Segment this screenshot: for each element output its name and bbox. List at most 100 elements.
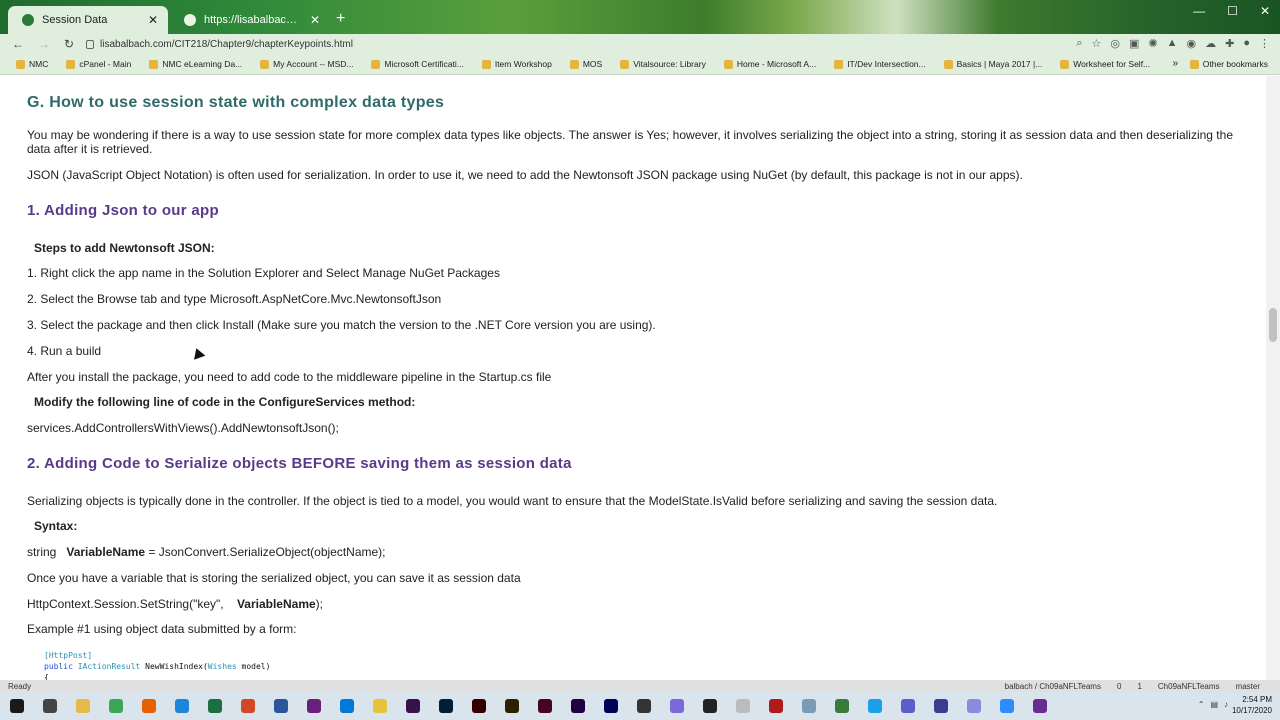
app-icon[interactable]: [736, 699, 750, 713]
close-window-icon[interactable]: ✕: [1260, 4, 1270, 18]
reload-icon[interactable]: ↻: [64, 37, 74, 51]
teams-icon[interactable]: [901, 699, 915, 713]
maximize-icon[interactable]: ☐: [1227, 4, 1238, 18]
step-item: 1. Right click the app name in the Solut…: [27, 266, 500, 280]
bridge-icon[interactable]: [505, 699, 519, 713]
bookmark-item[interactable]: Basics | Maya 2017 |...: [943, 59, 1042, 69]
lock-icon: [86, 39, 94, 49]
visual-studio-icon[interactable]: [307, 699, 321, 713]
bookmark-item[interactable]: IT/Dev Intersection...: [834, 59, 926, 69]
illustrator-icon[interactable]: [472, 699, 486, 713]
new-tab-icon[interactable]: +: [336, 10, 345, 28]
filezilla-icon[interactable]: [769, 699, 783, 713]
errors-count[interactable]: 0: [1117, 682, 1121, 691]
app-icon[interactable]: [373, 699, 387, 713]
edge-icon[interactable]: [175, 699, 189, 713]
tab-title: https://lisabalbach.com/CIT218/...: [204, 14, 302, 26]
word-icon[interactable]: [274, 699, 288, 713]
star-icon[interactable]: ☆: [1092, 37, 1102, 50]
bookmark-item[interactable]: Item Workshop: [481, 59, 552, 69]
bookmark-item[interactable]: Microsoft Certificati...: [371, 59, 464, 69]
more-bookmarks-icon[interactable]: »: [1172, 58, 1178, 69]
app-icon[interactable]: [703, 699, 717, 713]
puzzle-icon[interactable]: ✚: [1225, 37, 1234, 50]
app-icon[interactable]: [670, 699, 684, 713]
bookmark-icon: [1060, 59, 1070, 69]
photoshop-icon[interactable]: [439, 699, 453, 713]
after-install-paragraph: After you install the package, you need …: [27, 370, 552, 384]
modify-heading: Modify the following line of code in the…: [34, 395, 416, 409]
bookmark-item[interactable]: MOS: [569, 59, 602, 69]
warnings-count[interactable]: 1: [1137, 682, 1141, 691]
acrobat-icon[interactable]: [637, 699, 651, 713]
url-field[interactable]: lisabalbach.com/CIT218/Chapter9/chapterK…: [86, 36, 1086, 52]
volume-icon[interactable]: ♪: [1224, 700, 1228, 709]
bookmark-item[interactable]: My Account -- MSD...: [260, 59, 353, 69]
chrome-icon[interactable]: [109, 699, 123, 713]
app-icon[interactable]: [802, 699, 816, 713]
project-label[interactable]: Ch09aNFLTeams: [1158, 682, 1220, 691]
app-icon[interactable]: [868, 699, 882, 713]
file-explorer-icon[interactable]: [76, 699, 90, 713]
step-item: 2. Select the Browse tab and type Micros…: [27, 292, 442, 306]
headset-icon[interactable]: [934, 699, 948, 713]
app-icon[interactable]: [967, 699, 981, 713]
code-line: public IActionResult NewWishIndex(Wishes…: [44, 662, 271, 671]
folder-icon: [16, 59, 25, 69]
clock[interactable]: 2:54 PM 10/17/2020: [1232, 694, 1272, 716]
bookmark-icon: [620, 59, 630, 69]
example-label: Example #1 using object data submitted b…: [27, 622, 297, 636]
zoom-icon[interactable]: ⌕: [1076, 37, 1082, 50]
search-icon[interactable]: [43, 699, 57, 713]
subheading-adding-json: 1. Adding Json to our app: [27, 202, 219, 219]
extension-icon[interactable]: ▣: [1129, 37, 1139, 50]
windows-start-icon[interactable]: [10, 699, 24, 713]
subheading-serialize: 2. Adding Code to Serialize objects BEFO…: [27, 455, 572, 472]
app-icon[interactable]: [1033, 699, 1047, 713]
animate-icon[interactable]: [571, 699, 585, 713]
avatar[interactable]: ●: [1243, 37, 1250, 50]
tab-second[interactable]: https://lisabalbach.com/CIT218/... ✕: [170, 6, 330, 34]
dreamweaver-icon[interactable]: [406, 699, 420, 713]
chevron-up-icon[interactable]: ⌃: [1198, 700, 1205, 709]
vscode-icon[interactable]: [340, 699, 354, 713]
bookmark-item[interactable]: Home - Microsoft A...: [723, 59, 816, 69]
indesign-icon[interactable]: [538, 699, 552, 713]
scrollbar-thumb[interactable]: [1269, 308, 1277, 342]
close-tab-icon[interactable]: ✕: [310, 13, 320, 27]
section-heading: G. How to use session state with complex…: [27, 94, 445, 111]
bookmark-item[interactable]: Vitalsource: Library: [620, 59, 706, 69]
excel-icon[interactable]: [208, 699, 222, 713]
system-tray: ⌃ ▤ ♪: [1198, 700, 1228, 709]
app-icon[interactable]: [835, 699, 849, 713]
window-controls: — ☐ ✕: [1193, 4, 1270, 18]
tab-session-data[interactable]: Session Data ✕: [8, 6, 168, 34]
bookmark-item[interactable]: Worksheet for Self...: [1060, 59, 1150, 69]
network-icon[interactable]: ▤: [1210, 700, 1218, 709]
taskbar: ⌃ ▤ ♪ 2:54 PM 10/17/2020: [0, 692, 1280, 720]
powerpoint-icon[interactable]: [241, 699, 255, 713]
folder-icon: [834, 59, 844, 69]
branch-label[interactable]: master: [1236, 682, 1260, 691]
bookmark-item[interactable]: cPanel - Main: [66, 59, 131, 69]
extension-icon[interactable]: ✺: [1148, 37, 1157, 50]
extension-icon[interactable]: ◉: [1187, 37, 1197, 50]
back-icon[interactable]: ←: [12, 37, 24, 51]
extension-icon[interactable]: ▲: [1167, 37, 1178, 50]
other-bookmarks[interactable]: Other bookmarks: [1189, 59, 1268, 69]
menu-icon[interactable]: ⋮: [1259, 37, 1270, 50]
variable-name: VariableName: [236, 597, 316, 611]
minimize-icon[interactable]: —: [1193, 4, 1205, 18]
page-scrollbar[interactable]: [1266, 76, 1280, 680]
close-tab-icon[interactable]: ✕: [148, 13, 158, 27]
extension-icon[interactable]: ☁: [1205, 37, 1216, 50]
bookmark-item[interactable]: NMC: [16, 59, 48, 69]
firefox-icon[interactable]: [142, 699, 156, 713]
after-effects-icon[interactable]: [604, 699, 618, 713]
zoom-app-icon[interactable]: [1000, 699, 1014, 713]
site-favicon-icon: [22, 14, 34, 26]
bookmark-item[interactable]: NMC eLearning Da...: [149, 59, 242, 69]
repo-label[interactable]: balbach / Ch09aNFLTeams: [1005, 682, 1101, 691]
extension-icon[interactable]: ◎: [1110, 37, 1120, 50]
forward-icon[interactable]: →: [38, 37, 50, 51]
